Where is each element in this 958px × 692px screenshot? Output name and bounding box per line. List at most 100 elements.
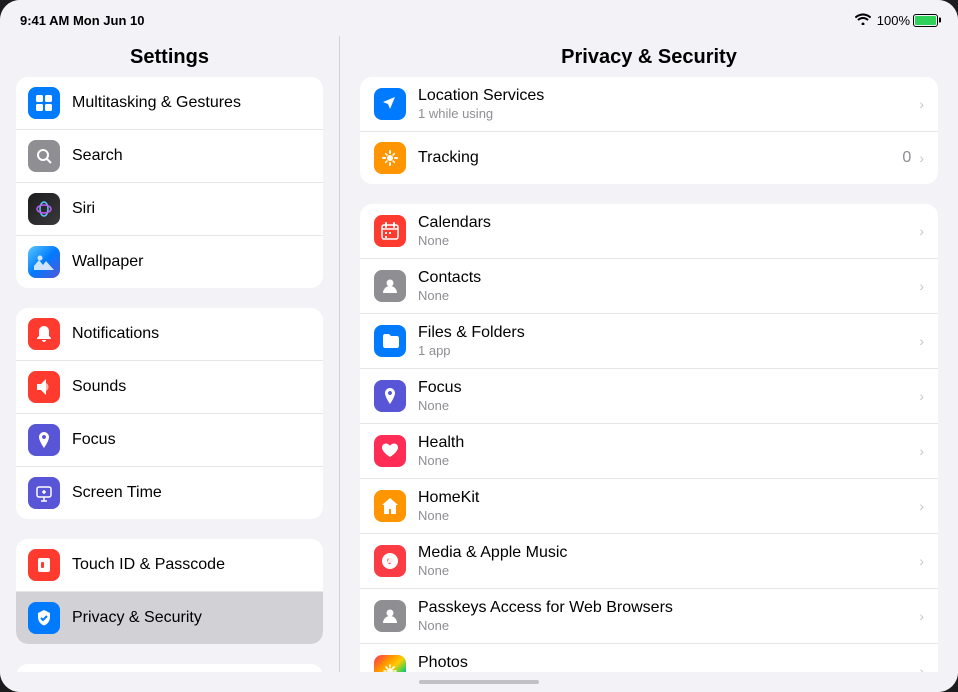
sidebar-group-1: Multitasking & Gestures Search xyxy=(16,77,323,288)
health-subtitle: None xyxy=(418,453,915,468)
sidebar-item-notifications[interactable]: Notifications xyxy=(16,308,323,361)
right-item-health[interactable]: Health None › xyxy=(360,424,938,479)
multitasking-label: Multitasking & Gestures xyxy=(72,94,241,112)
passkeys-subtitle: None xyxy=(418,618,915,633)
sidebar-item-focus[interactable]: Focus xyxy=(16,414,323,467)
sidebar-group-4: App Store Game Center xyxy=(16,664,323,672)
photos-chevron: › xyxy=(919,663,924,672)
location-subtitle: 1 while using xyxy=(418,106,915,121)
homekit-text: HomeKit None xyxy=(418,489,915,523)
focus-r-icon xyxy=(374,380,406,412)
screentime-icon xyxy=(28,477,60,509)
passkeys-icon xyxy=(374,600,406,632)
calendars-icon xyxy=(374,215,406,247)
right-item-calendars[interactable]: Calendars None › xyxy=(360,204,938,259)
screentime-label: Screen Time xyxy=(72,484,162,502)
location-chevron: › xyxy=(919,96,924,112)
focus-label: Focus xyxy=(72,431,116,449)
sidebar-list[interactable]: Multitasking & Gestures Search xyxy=(0,77,339,672)
wallpaper-label: Wallpaper xyxy=(72,253,143,271)
location-meta: › xyxy=(915,96,924,112)
media-icon xyxy=(374,545,406,577)
touchid-icon xyxy=(28,549,60,581)
right-item-passkeys[interactable]: Passkeys Access for Web Browsers None › xyxy=(360,589,938,644)
location-icon xyxy=(374,88,406,120)
right-item-tracking[interactable]: Tracking 0 › xyxy=(360,132,938,184)
sounds-label: Sounds xyxy=(72,378,126,396)
sidebar-item-privacy[interactable]: Privacy & Security xyxy=(16,592,323,644)
right-panel: Privacy & Security Location Services 1 w… xyxy=(340,36,958,672)
wifi-icon xyxy=(855,13,871,28)
passkeys-title: Passkeys Access for Web Browsers xyxy=(418,599,915,617)
calendars-title: Calendars xyxy=(418,214,915,232)
sidebar-item-sounds[interactable]: Sounds xyxy=(16,361,323,414)
sidebar-item-search[interactable]: Search xyxy=(16,130,323,183)
notifications-icon xyxy=(28,318,60,350)
privacy-icon xyxy=(28,602,60,634)
photos-title: Photos xyxy=(418,654,915,672)
sidebar-item-screentime[interactable]: Screen Time xyxy=(16,467,323,519)
right-item-files[interactable]: Files & Folders 1 app › xyxy=(360,314,938,369)
passkeys-chevron: › xyxy=(919,608,924,624)
contacts-chevron: › xyxy=(919,278,924,294)
sidebar-title: Settings xyxy=(130,46,209,68)
battery-text: 100% xyxy=(877,13,910,28)
contacts-icon xyxy=(374,270,406,302)
health-text: Health None xyxy=(418,434,915,468)
sounds-icon xyxy=(28,371,60,403)
battery-icon xyxy=(913,14,938,27)
sidebar-item-multitasking[interactable]: Multitasking & Gestures xyxy=(16,77,323,130)
touchid-label: Touch ID & Passcode xyxy=(72,556,225,574)
files-text: Files & Folders 1 app xyxy=(418,324,915,358)
sidebar: Settings Multitaskin xyxy=(0,36,340,672)
focus-icon xyxy=(28,424,60,456)
sidebar-group-3: Touch ID & Passcode Privacy & Security xyxy=(16,539,323,644)
right-item-photos[interactable]: Photos None › xyxy=(360,644,938,672)
device-frame: 9:41 AM Mon Jun 10 100% Settings xyxy=(0,0,958,692)
multitasking-icon xyxy=(28,87,60,119)
sidebar-item-siri[interactable]: Siri xyxy=(16,183,323,236)
right-item-focus-r[interactable]: Focus None › xyxy=(360,369,938,424)
health-chevron: › xyxy=(919,443,924,459)
right-header: Privacy & Security xyxy=(340,36,958,77)
sidebar-item-appstore[interactable]: App Store xyxy=(16,664,323,672)
files-icon xyxy=(374,325,406,357)
photos-icon xyxy=(374,655,406,672)
tracking-icon xyxy=(374,142,406,174)
contacts-subtitle: None xyxy=(418,288,915,303)
right-content[interactable]: Location Services 1 while using › xyxy=(340,77,958,672)
right-item-homekit[interactable]: HomeKit None › xyxy=(360,479,938,534)
sidebar-header: Settings xyxy=(0,36,339,77)
files-subtitle: 1 app xyxy=(418,343,915,358)
sidebar-item-wallpaper[interactable]: Wallpaper xyxy=(16,236,323,288)
focus-r-subtitle: None xyxy=(418,398,915,413)
sidebar-item-touchid[interactable]: Touch ID & Passcode xyxy=(16,539,323,592)
status-icons: 100% xyxy=(855,13,938,28)
media-text: Media & Apple Music None xyxy=(418,544,915,578)
calendars-text: Calendars None xyxy=(418,214,915,248)
focus-r-chevron: › xyxy=(919,388,924,404)
right-item-contacts[interactable]: Contacts None › xyxy=(360,259,938,314)
home-indicator xyxy=(0,672,958,692)
homekit-chevron: › xyxy=(919,498,924,514)
battery-fill xyxy=(915,16,936,25)
contacts-text: Contacts None xyxy=(418,269,915,303)
right-item-media[interactable]: Media & Apple Music None › xyxy=(360,534,938,589)
tracking-chevron: › xyxy=(919,150,924,166)
homekit-subtitle: None xyxy=(418,508,915,523)
files-title: Files & Folders xyxy=(418,324,915,342)
right-group-2: Calendars None › Conta xyxy=(360,204,938,672)
calendars-chevron: › xyxy=(919,223,924,239)
status-bar: 9:41 AM Mon Jun 10 100% xyxy=(0,0,958,36)
media-chevron: › xyxy=(919,553,924,569)
location-text: Location Services 1 while using xyxy=(418,87,915,121)
passkeys-text: Passkeys Access for Web Browsers None xyxy=(418,599,915,633)
location-title: Location Services xyxy=(418,87,915,105)
home-bar xyxy=(419,680,539,684)
tracking-value: 0 xyxy=(902,149,911,167)
right-item-location[interactable]: Location Services 1 while using › xyxy=(360,77,938,132)
homekit-title: HomeKit xyxy=(418,489,915,507)
focus-r-title: Focus xyxy=(418,379,915,397)
tracking-meta: 0 › xyxy=(902,149,924,167)
files-chevron: › xyxy=(919,333,924,349)
